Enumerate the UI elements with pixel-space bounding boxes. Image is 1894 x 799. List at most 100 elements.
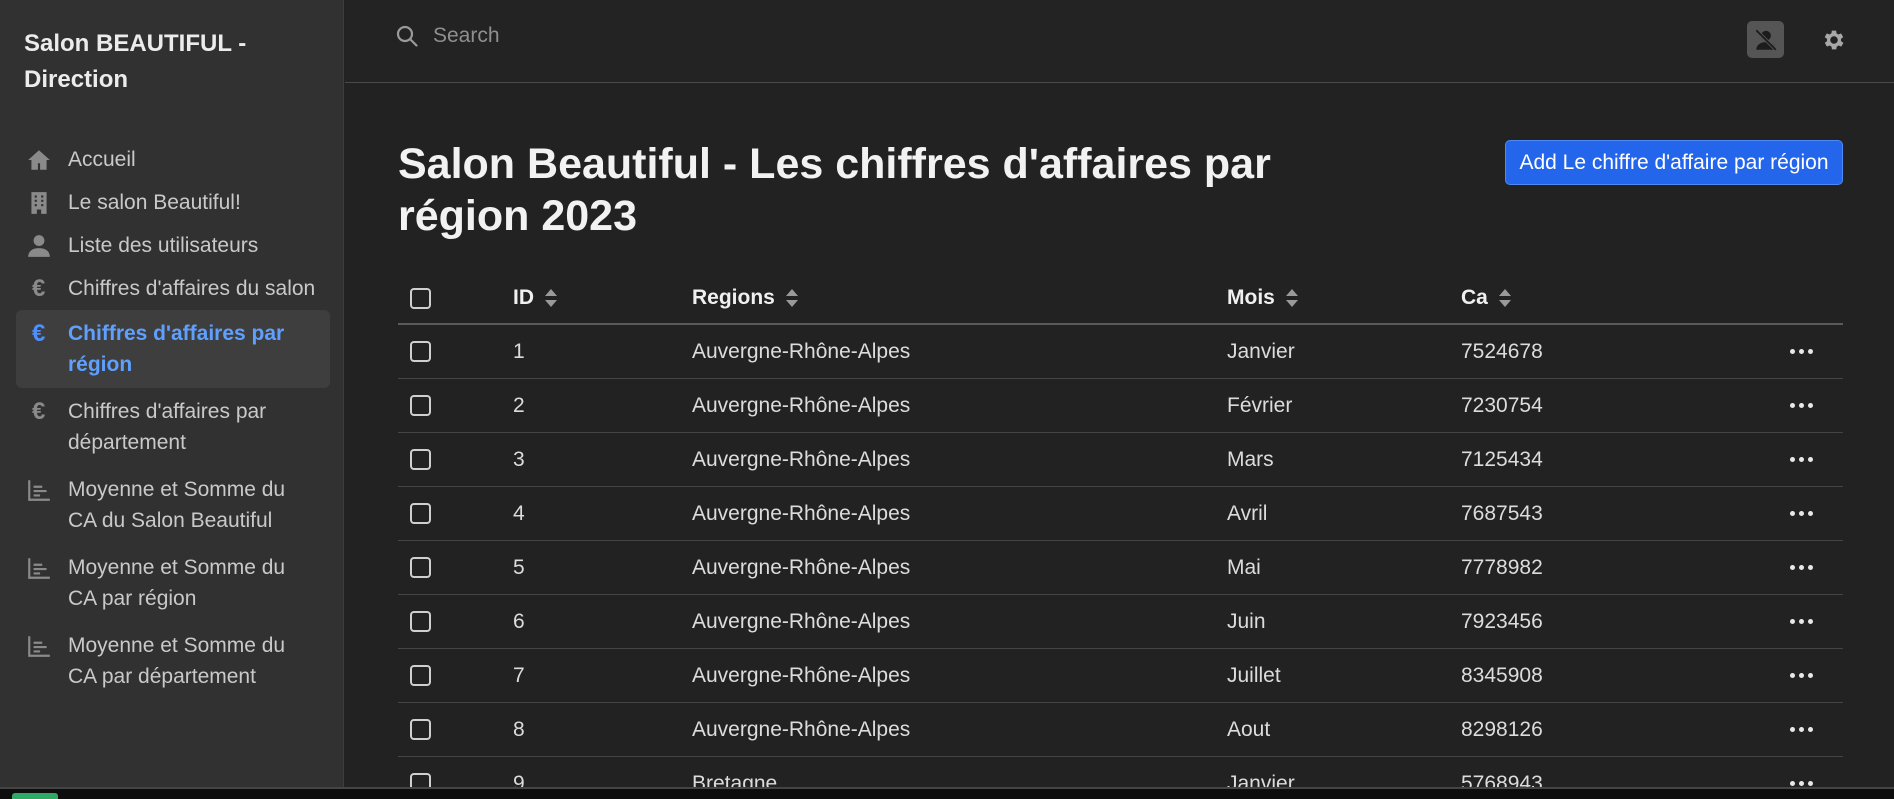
row-checkbox[interactable] xyxy=(410,557,431,578)
row-checkbox[interactable] xyxy=(410,503,431,524)
sidebar-nav: Accueil Le salon Beautiful! Liste des ut… xyxy=(16,138,330,700)
more-actions-icon[interactable] xyxy=(1790,509,1818,519)
table-row[interactable]: 7 Auvergne-Rhône-Alpes Juillet 8345908 xyxy=(398,649,1843,703)
cell-ca: 7687543 xyxy=(1461,501,1543,525)
column-header-mois[interactable]: Mois xyxy=(1227,273,1299,323)
sidebar-item-stats-salon[interactable]: Moyenne et Somme du CA du Salon Beautifu… xyxy=(16,466,330,544)
sidebar-item-label: Moyenne et Somme du CA par département xyxy=(68,634,286,688)
taskbar-strip xyxy=(0,787,1894,799)
sort-icon xyxy=(545,289,557,307)
cell-region: Auvergne-Rhône-Alpes xyxy=(692,609,911,633)
home-icon xyxy=(26,144,58,175)
sidebar-item-salon[interactable]: Le salon Beautiful! xyxy=(16,181,330,224)
cell-mois: Mai xyxy=(1227,555,1261,579)
cell-id: 6 xyxy=(513,609,525,633)
sidebar-item-stats-region[interactable]: Moyenne et Somme du CA par région xyxy=(16,544,330,622)
table-row[interactable]: 3 Auvergne-Rhône-Alpes Mars 7125434 xyxy=(398,433,1843,487)
sidebar-item-ca-region[interactable]: € Chiffres d'affaires par région xyxy=(16,310,330,388)
row-checkbox[interactable] xyxy=(410,449,431,470)
cell-id: 4 xyxy=(513,501,525,525)
cell-mois: Janvier xyxy=(1227,339,1295,363)
more-actions-icon[interactable] xyxy=(1790,455,1818,465)
more-actions-icon[interactable] xyxy=(1790,347,1818,357)
more-actions-icon[interactable] xyxy=(1790,671,1818,681)
cell-ca: 7125434 xyxy=(1461,447,1543,471)
sort-icon xyxy=(1498,289,1511,307)
chart-icon xyxy=(26,552,58,583)
building-icon xyxy=(26,187,58,218)
table-row[interactable]: 5 Auvergne-Rhône-Alpes Mai 7778982 xyxy=(398,541,1843,595)
table-header: ID Regions Mois Ca xyxy=(398,273,1843,325)
column-header-ca[interactable]: Ca xyxy=(1461,273,1512,323)
chart-icon xyxy=(26,630,58,661)
sidebar-item-label: Chiffres d'affaires par région xyxy=(68,322,285,376)
cell-id: 5 xyxy=(513,555,525,579)
column-header-id[interactable]: ID xyxy=(513,273,558,323)
row-checkbox[interactable] xyxy=(410,341,431,362)
cell-mois: Juin xyxy=(1227,609,1266,633)
sidebar-item-label: Chiffres d'affaires par département xyxy=(68,400,267,454)
column-header-regions[interactable]: Regions xyxy=(692,273,799,323)
page-title: Salon Beautiful - Les chiffres d'affaire… xyxy=(398,140,1271,240)
cell-region: Auvergne-Rhône-Alpes xyxy=(692,501,911,525)
more-actions-icon[interactable] xyxy=(1790,617,1818,627)
euro-icon: € xyxy=(32,398,46,425)
cell-ca: 7778982 xyxy=(1461,555,1543,579)
sidebar-item-stats-departement[interactable]: Moyenne et Somme du CA par département xyxy=(16,622,330,700)
cell-id: 8 xyxy=(513,717,525,741)
sidebar-item-utilisateurs[interactable]: Liste des utilisateurs xyxy=(16,224,330,267)
table-row[interactable]: 4 Auvergne-Rhône-Alpes Avril 7687543 xyxy=(398,487,1843,541)
table-row[interactable]: 8 Auvergne-Rhône-Alpes Aout 8298126 xyxy=(398,703,1843,757)
sidebar-item-label: Moyenne et Somme du CA par région xyxy=(68,556,286,610)
cell-ca: 8298126 xyxy=(1461,717,1543,741)
cell-ca: 7524678 xyxy=(1461,339,1543,363)
sidebar-item-ca-salon[interactable]: € Chiffres d'affaires du salon xyxy=(16,267,330,310)
table-row[interactable]: 1 Auvergne-Rhône-Alpes Janvier 7524678 xyxy=(398,325,1843,379)
taskbar-indicator xyxy=(12,793,58,799)
cell-mois: Avril xyxy=(1227,501,1268,525)
more-actions-icon[interactable] xyxy=(1790,401,1818,411)
cell-mois: Aout xyxy=(1227,717,1271,741)
app-window: Salon BEAUTIFUL - Direction Accueil Le s… xyxy=(0,0,1894,799)
add-chiffre-affaire-button[interactable]: Add Le chiffre d'affaire par région xyxy=(1505,140,1843,185)
sidebar-item-ca-departement[interactable]: € Chiffres d'affaires par département xyxy=(16,388,330,466)
euro-icon: € xyxy=(32,320,46,347)
cell-region: Auvergne-Rhône-Alpes xyxy=(692,447,911,471)
search-icon xyxy=(396,25,418,47)
table-row[interactable]: 6 Auvergne-Rhône-Alpes Juin 7923456 xyxy=(398,595,1843,649)
cell-mois: Février xyxy=(1227,393,1293,417)
data-table: ID Regions Mois Ca 1 Auvergne-Rhône-Alpe… xyxy=(398,273,1843,799)
sidebar: Salon BEAUTIFUL - Direction Accueil Le s… xyxy=(0,0,344,787)
sidebar-item-label: Le salon Beautiful! xyxy=(68,191,241,214)
row-checkbox[interactable] xyxy=(410,665,431,686)
search-box xyxy=(395,24,833,48)
user-off-icon xyxy=(1754,28,1777,51)
brand-title: Salon BEAUTIFUL - Direction xyxy=(24,30,247,93)
more-actions-icon[interactable] xyxy=(1790,725,1818,735)
cell-region: Auvergne-Rhône-Alpes xyxy=(692,393,911,417)
gear-icon[interactable] xyxy=(1821,27,1847,53)
more-actions-icon[interactable] xyxy=(1790,563,1818,573)
row-checkbox[interactable] xyxy=(410,395,431,416)
sidebar-item-label: Moyenne et Somme du CA du Salon Beautifu… xyxy=(68,478,286,532)
euro-icon: € xyxy=(32,275,46,302)
cell-region: Auvergne-Rhône-Alpes xyxy=(692,339,911,363)
sidebar-item-label: Chiffres d'affaires du salon xyxy=(68,277,316,300)
cell-ca: 7923456 xyxy=(1461,609,1543,633)
sidebar-item-label: Accueil xyxy=(68,148,136,171)
cell-id: 2 xyxy=(513,393,525,417)
cell-mois: Juillet xyxy=(1227,663,1281,687)
sidebar-item-accueil[interactable]: Accueil xyxy=(16,138,330,181)
chart-icon xyxy=(26,474,58,505)
row-checkbox[interactable] xyxy=(410,719,431,740)
sort-icon xyxy=(1285,289,1298,307)
table-row[interactable]: 2 Auvergne-Rhône-Alpes Février 7230754 xyxy=(398,379,1843,433)
avatar[interactable] xyxy=(1747,21,1784,58)
cell-ca: 8345908 xyxy=(1461,663,1543,687)
cell-ca: 7230754 xyxy=(1461,393,1543,417)
search-input[interactable] xyxy=(433,24,833,48)
top-bar xyxy=(345,0,1894,83)
cell-id: 1 xyxy=(513,339,525,363)
row-checkbox[interactable] xyxy=(410,611,431,632)
select-all-checkbox[interactable] xyxy=(410,287,431,309)
